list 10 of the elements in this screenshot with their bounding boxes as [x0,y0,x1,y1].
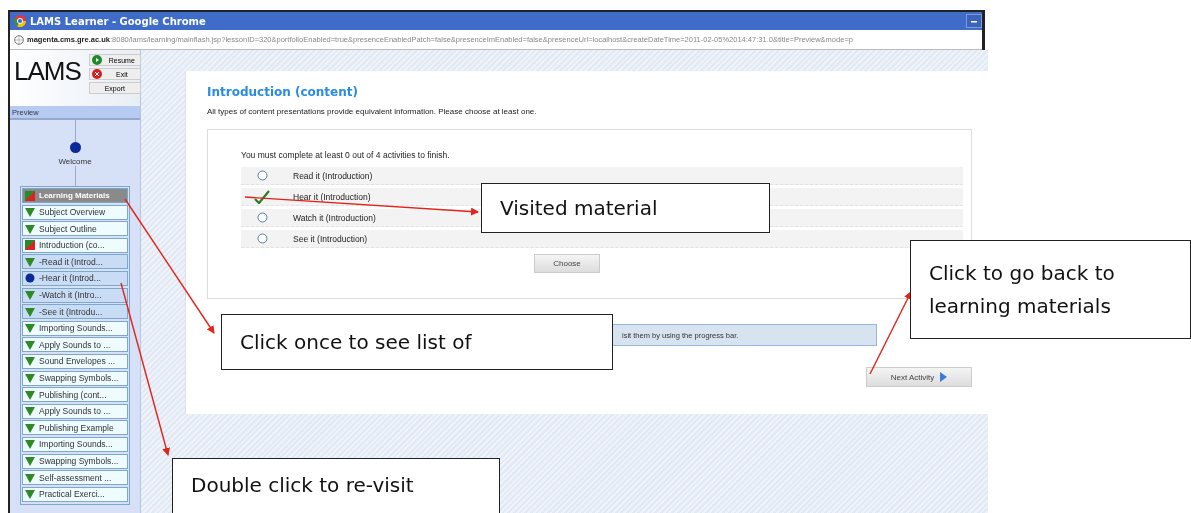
callout-tooltip: Click once to see list of [221,314,613,370]
lams-logo: LAMS [14,56,81,88]
requirement-text: You must complete at least 0 out of 4 activities to finish. [241,150,451,160]
window-title: LAMS Learner - Google Chrome [30,15,206,27]
callout-tooltip: Double click to re-visit [172,458,500,513]
activity-title: Introduction (content) [207,85,359,99]
callout-tooltip: Visited material [481,183,770,233]
activity-description: All types of content presentations provide equivalent information. Please choose at least one. [207,107,538,116]
progress-label: Welcome [58,157,92,166]
callout-tooltip: Click to go back to learning materials [910,240,1191,339]
